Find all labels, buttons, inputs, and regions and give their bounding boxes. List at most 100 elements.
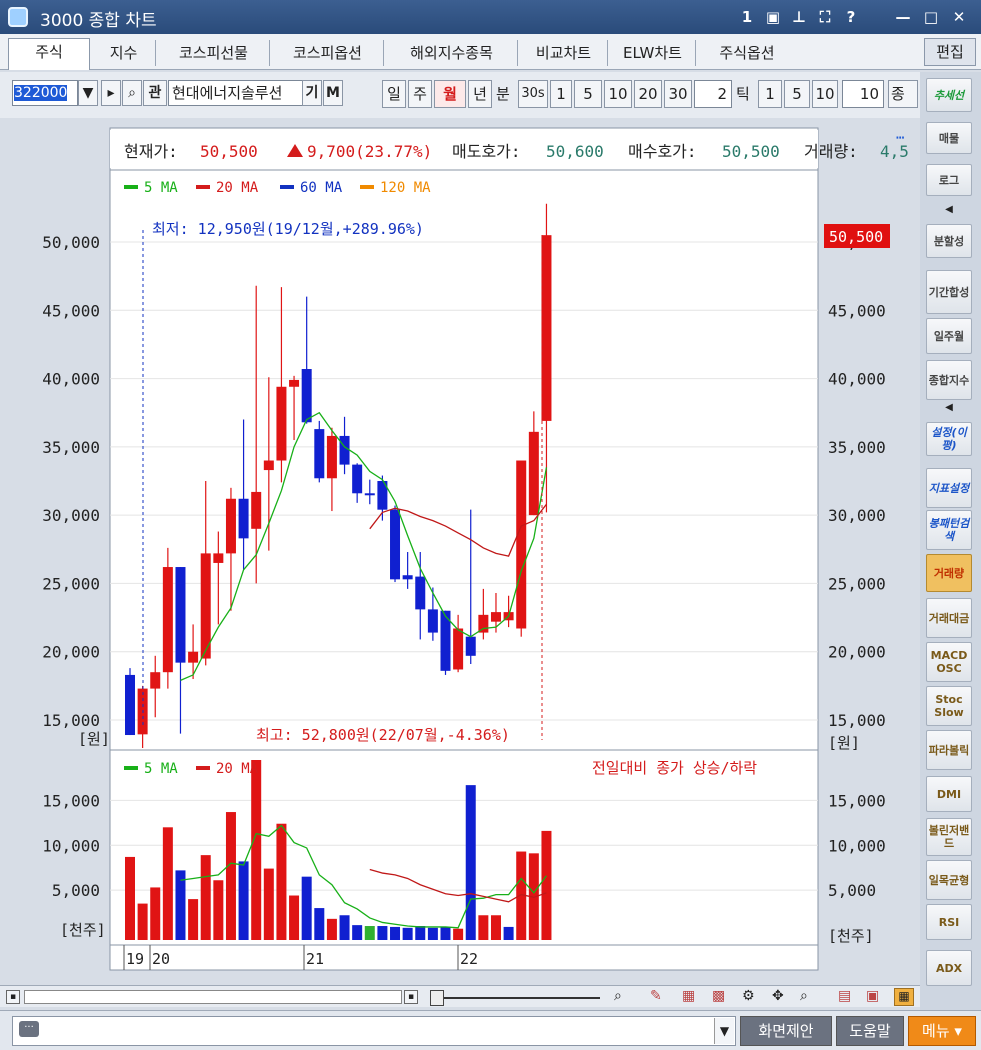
sidebar-item-day-week-month[interactable]: 일주월 bbox=[926, 318, 972, 354]
magnifier-icon[interactable]: ⌕ bbox=[800, 988, 808, 1004]
zoom-slider-track[interactable] bbox=[444, 997, 600, 999]
tab-stock[interactable]: 주식 bbox=[8, 38, 90, 70]
min-30-button[interactable]: 30 bbox=[664, 80, 692, 108]
chart-type-icon[interactable]: ▩ bbox=[712, 988, 725, 1004]
sidebar-item-log-scale[interactable]: 로그 bbox=[926, 164, 972, 196]
scroll-left-button[interactable]: ▪ bbox=[6, 990, 20, 1004]
tick-count-input[interactable]: 2 bbox=[694, 80, 732, 108]
tick-1-button[interactable]: 1 bbox=[758, 80, 782, 108]
sidebar-item-period-synthesis[interactable]: 기간합성 bbox=[926, 270, 972, 314]
sidebar-item-ichimoku[interactable]: 일목균형 bbox=[926, 860, 972, 900]
volume-value: 4,5 bbox=[880, 142, 909, 161]
sidebar-item-candle-pattern-search[interactable]: 봉패턴검색 bbox=[926, 510, 972, 550]
tick-10-button[interactable]: 10 bbox=[812, 80, 838, 108]
screen-suggest-button[interactable]: 화면제안 bbox=[740, 1016, 832, 1046]
volume-note: 전일대비 종가 상승/하락 bbox=[592, 759, 757, 777]
period-day-button[interactable]: 일 bbox=[382, 80, 406, 108]
settings-icon[interactable]: ⚙ bbox=[742, 988, 755, 1004]
min-1-button[interactable]: 1 bbox=[550, 80, 572, 108]
stock-code-input[interactable]: 322000 bbox=[12, 80, 78, 106]
sidebar-item-trendline[interactable]: 추세선 bbox=[926, 78, 972, 112]
maximize-button[interactable]: □ bbox=[920, 6, 942, 28]
crosshair-icon[interactable]: ✥ bbox=[772, 988, 784, 1004]
stay-on-top-button[interactable]: ⊥ bbox=[788, 6, 810, 28]
minimize-button[interactable]: — bbox=[892, 6, 914, 28]
candle-body bbox=[415, 576, 426, 610]
sidebar-item-indicator-settings[interactable]: 지표설정 bbox=[926, 468, 972, 508]
next-stock-button[interactable]: ▸ bbox=[101, 80, 121, 106]
tab-stock-options[interactable]: 주식옵션 bbox=[698, 40, 796, 66]
sidebar-item-stoc-slow[interactable]: Stoc Slow bbox=[926, 686, 972, 726]
sec-30-button[interactable]: 30s bbox=[518, 80, 548, 108]
help-icon[interactable]: ? bbox=[840, 6, 862, 28]
save-image-icon[interactable]: ▣ bbox=[866, 988, 879, 1004]
candle-body bbox=[478, 614, 489, 633]
chart-scrollbar[interactable]: ▪ ▪ ⌕ ✎ ▦ ▩ ⚙ ✥ ⌕ ▤ ▣ ▦ bbox=[0, 985, 920, 1007]
sidebar-item-adx[interactable]: ADX bbox=[926, 950, 972, 986]
period-week-button[interactable]: 주 bbox=[408, 80, 432, 108]
draw-tool-icon[interactable]: ✎ bbox=[650, 988, 662, 1004]
sidebar-item-parabolic[interactable]: 파라볼릭 bbox=[926, 730, 972, 770]
sidebar-item-collapse-arrow-2[interactable]: ◀ bbox=[926, 402, 972, 416]
sidebar-item-rsi[interactable]: RSI bbox=[926, 904, 972, 940]
quote-info-row: 현재가: 50,500 9,700(23.77%) 매도호가: 50,600 매… bbox=[110, 130, 909, 171]
legend-swatch bbox=[360, 185, 374, 189]
sidebar-item-dmi[interactable]: DMI bbox=[926, 776, 972, 812]
sidebar-item-volume-indicator[interactable]: 거래량 bbox=[926, 554, 972, 592]
zoom-icon[interactable]: ⌕ bbox=[614, 988, 622, 1004]
legend-swatch bbox=[124, 185, 138, 189]
period-year-button[interactable]: 년 bbox=[468, 80, 492, 108]
min-5-button[interactable]: 5 bbox=[574, 80, 602, 108]
stock-name-field[interactable]: 현대에너지솔루션 bbox=[168, 80, 320, 106]
candle-body bbox=[150, 672, 161, 689]
volume-bar bbox=[137, 903, 148, 940]
watchlist-button[interactable]: 관 bbox=[143, 80, 167, 106]
pin-button[interactable]: 1 bbox=[736, 6, 758, 28]
sidebar-item-macd-osc[interactable]: MACD OSC bbox=[926, 642, 972, 682]
print-icon[interactable]: ▤ bbox=[838, 988, 851, 1004]
stock-button[interactable]: 종목 bbox=[888, 80, 918, 108]
display-count-input[interactable]: 10 bbox=[842, 80, 884, 108]
sidebar-item-trading-value[interactable]: 거래대금 bbox=[926, 598, 972, 638]
tick-5-button[interactable]: 5 bbox=[784, 80, 810, 108]
fullscreen-button[interactable]: ⛶ bbox=[814, 6, 836, 28]
scroll-right-button[interactable]: ▪ bbox=[404, 990, 418, 1004]
code-dropdown-button[interactable]: ▼ bbox=[78, 80, 98, 106]
scroll-track[interactable] bbox=[24, 990, 402, 1004]
min-10-button[interactable]: 10 bbox=[604, 80, 632, 108]
sidebar-item-ma-settings[interactable]: 설정(이평) bbox=[926, 422, 972, 456]
gi-button[interactable]: 기 bbox=[302, 80, 322, 106]
min-20-button[interactable]: 20 bbox=[634, 80, 662, 108]
tab-index[interactable]: 지수 bbox=[92, 40, 156, 66]
volume-bar bbox=[276, 823, 287, 940]
sidebar-item-composite-index[interactable]: 종합지수 bbox=[926, 360, 972, 400]
tab-elw-chart[interactable]: ELW차트 bbox=[610, 40, 696, 66]
volume-bar bbox=[503, 926, 514, 940]
search-icon[interactable]: ⌕ bbox=[122, 80, 142, 106]
price-tick-left: 50,000 bbox=[42, 233, 100, 252]
tab-compare-chart[interactable]: 비교차트 bbox=[520, 40, 608, 66]
restore-window-button[interactable]: ▣ bbox=[762, 6, 784, 28]
layout-icon[interactable]: ▦ bbox=[894, 988, 914, 1006]
period-month-button[interactable]: 월 bbox=[434, 80, 466, 108]
grid-icon[interactable]: ▦ bbox=[682, 988, 695, 1004]
volume-bar bbox=[251, 760, 262, 940]
tab-kospi-futures[interactable]: 코스피선물 bbox=[158, 40, 270, 66]
message-dropdown-icon[interactable]: ▼ bbox=[714, 1018, 734, 1044]
candle-body bbox=[314, 429, 325, 479]
tab-foreign-index[interactable]: 해외지수종목 bbox=[386, 40, 518, 66]
price-tick-right: 30,000 bbox=[828, 506, 886, 525]
sidebar-item-collapse-arrow[interactable]: ◀ bbox=[926, 204, 972, 218]
edit-button[interactable]: 편집 bbox=[924, 38, 976, 66]
sidebar-item-bollinger-band[interactable]: 볼린저밴드 bbox=[926, 818, 972, 856]
zoom-slider-handle[interactable] bbox=[430, 990, 444, 1006]
sidebar-item-volume-profile[interactable]: 매물 bbox=[926, 122, 972, 154]
menu-button[interactable]: 메뉴 ▾ bbox=[908, 1016, 976, 1046]
help-button[interactable]: 도움말 bbox=[836, 1016, 904, 1046]
sidebar-item-split-synthesis[interactable]: 분할성 bbox=[926, 224, 972, 258]
close-button[interactable]: ✕ bbox=[948, 6, 970, 28]
volume-bar bbox=[541, 830, 552, 940]
m-button[interactable]: M bbox=[323, 80, 343, 106]
tab-kospi-options[interactable]: 코스피옵션 bbox=[272, 40, 384, 66]
message-input[interactable]: ··· bbox=[12, 1016, 736, 1046]
